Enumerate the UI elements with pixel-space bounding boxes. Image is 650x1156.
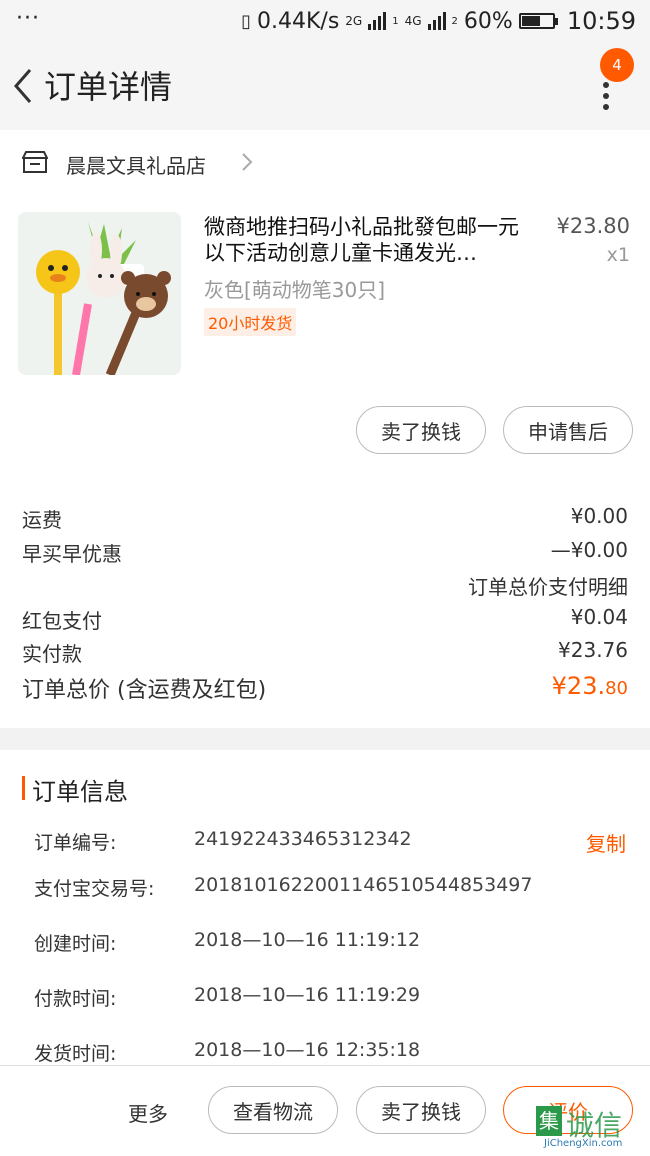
- bottom-action-bar: 更多 查看物流 卖了换钱 评价 集 诚信 JiChengXin.com: [0, 1065, 650, 1156]
- paid-label: 实付款: [22, 642, 82, 666]
- total-row: 订单总价 (含运费及红包) ¥23.80: [22, 672, 628, 708]
- shipping-tag: 20小时发货: [204, 308, 297, 336]
- watermark-mark: 集: [536, 1106, 562, 1136]
- info-row: 付款时间: 2018—10—16 11:19:29: [34, 984, 634, 1014]
- info-row: 订单编号: 241922433465312342: [34, 828, 634, 858]
- signal-icon-2: [427, 12, 446, 30]
- product-qty: x1: [606, 244, 630, 266]
- notification-dots: ···: [16, 6, 40, 31]
- product-image[interactable]: [18, 212, 181, 375]
- info-value: 2018101622001146510544853497: [194, 874, 533, 896]
- message-badge: 4: [600, 48, 634, 82]
- order-info-title: 订单信息: [32, 778, 128, 806]
- net-speed: 0.44K/s: [257, 8, 340, 34]
- total-value-main: ¥23.: [551, 672, 606, 700]
- page-title: 订单详情: [44, 68, 173, 106]
- shop-name: 晨晨文具礼品店: [66, 154, 206, 178]
- info-row: 创建时间: 2018—10—16 11:19:12: [34, 929, 634, 959]
- info-value: 2018—10—16 11:19:12: [194, 929, 421, 951]
- back-arrow-icon[interactable]: [8, 64, 38, 108]
- sim1-label: 1: [392, 15, 399, 27]
- shipping-value: ¥0.00: [570, 504, 628, 528]
- order-card: 晨晨文具礼品店 微商地推扫码小礼品批發包邮一元以下活动创意儿童卡通发光… ¥23…: [0, 130, 650, 728]
- clock: 10:59: [566, 7, 636, 35]
- net-2g-label: 2G: [345, 14, 363, 28]
- chevron-right-icon: [242, 153, 253, 171]
- product-price: ¥23.80: [556, 214, 630, 238]
- info-value: 2018—10—16 11:19:29: [194, 984, 421, 1006]
- early-discount-value: —¥0.00: [550, 538, 628, 562]
- more-button[interactable]: 更多: [128, 1098, 168, 1127]
- view-logistics-button[interactable]: 查看物流: [208, 1086, 338, 1134]
- early-discount-label: 早买早优惠: [22, 542, 122, 566]
- order-info-section: 订单信息 复制 订单编号: 241922433465312342 支付宝交易号:…: [0, 750, 650, 1065]
- shop-header[interactable]: 晨晨文具礼品店: [0, 130, 650, 196]
- redpack-row: 红包支付 ¥0.04: [22, 605, 628, 635]
- battery-percent: 60%: [463, 8, 513, 34]
- watermark: 集 诚信 JiChengXin.com: [536, 1104, 644, 1150]
- early-discount-row: 早买早优惠 —¥0.00: [22, 538, 628, 568]
- info-row: 支付宝交易号: 2018101622001146510544853497: [34, 874, 634, 904]
- redpack-value: ¥0.04: [570, 605, 628, 629]
- shipping-label: 运费: [22, 508, 62, 532]
- shop-icon: [22, 151, 48, 173]
- total-label: 订单总价 (含运费及红包): [22, 678, 267, 703]
- info-value: 2018—10—16 12:35:18: [194, 1039, 421, 1061]
- detail-row: 订单总价支付明细: [22, 571, 628, 601]
- nav-bar: 订单详情: [0, 44, 650, 130]
- battery-icon: [518, 13, 558, 29]
- info-key: 订单编号:: [34, 832, 117, 854]
- paid-value: ¥23.76: [558, 638, 628, 662]
- signal-icon: [368, 12, 387, 30]
- info-key: 发货时间:: [34, 1043, 117, 1065]
- paid-row: 实付款 ¥23.76: [22, 638, 628, 668]
- sell-button-bottom[interactable]: 卖了换钱: [356, 1086, 486, 1134]
- total-value: ¥23.80: [552, 672, 628, 700]
- product-title[interactable]: 微商地推扫码小礼品批發包邮一元以下活动创意儿童卡通发光…: [204, 214, 534, 266]
- after-sale-button[interactable]: 申请售后: [503, 406, 633, 454]
- net-4g-label: 4G: [404, 14, 422, 28]
- sell-button[interactable]: 卖了换钱: [356, 406, 486, 454]
- status-bar: ··· ▯ 0.44K/s 2G 1 4G 2 60% 10:59: [0, 0, 650, 44]
- shipping-row: 运费 ¥0.00: [22, 504, 628, 534]
- redpack-label: 红包支付: [22, 609, 102, 633]
- watermark-sub: JiChengXin.com: [544, 1138, 623, 1149]
- sim2-label: 2: [451, 15, 458, 27]
- payment-detail-link[interactable]: 订单总价支付明细: [468, 571, 628, 600]
- info-key: 支付宝交易号:: [34, 878, 155, 900]
- info-key: 付款时间:: [34, 988, 117, 1010]
- product-spec: 灰色[萌动物笔30只]: [204, 278, 386, 302]
- vibrate-icon: ▯: [241, 10, 251, 32]
- info-key: 创建时间:: [34, 933, 117, 955]
- total-value-cents: 80: [605, 678, 628, 699]
- info-row: 发货时间: 2018—10—16 12:35:18: [34, 1039, 634, 1065]
- accent-bar: [22, 776, 25, 800]
- info-value: 241922433465312342: [194, 828, 412, 850]
